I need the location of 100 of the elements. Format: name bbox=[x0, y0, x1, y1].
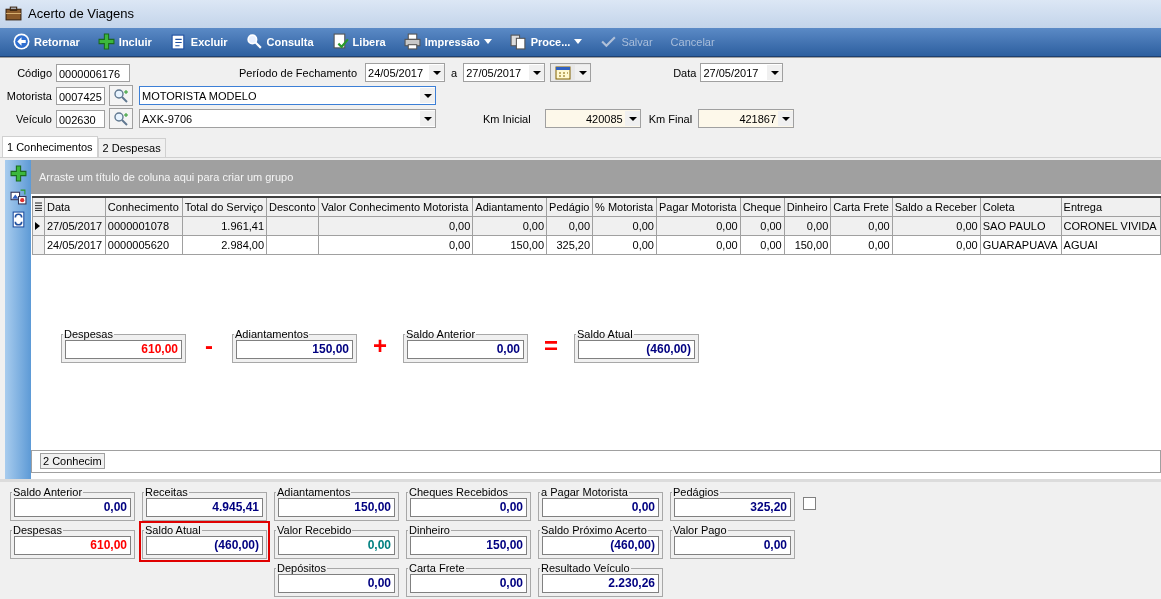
search-icon bbox=[245, 33, 263, 51]
amount-field: 610,00 bbox=[14, 536, 131, 556]
field-label: Período de Fechamento bbox=[239, 66, 358, 79]
field-label: Data bbox=[673, 66, 697, 79]
code-field[interactable]: 002630 bbox=[56, 109, 105, 128]
caret-icon bbox=[483, 39, 492, 45]
toolbar-button[interactable]: Consulta bbox=[236, 29, 323, 54]
field-label: Valor Pago bbox=[672, 524, 728, 537]
km-dropdown[interactable]: 421867 bbox=[698, 109, 795, 129]
table-cell: 0,00 bbox=[868, 239, 890, 252]
column-header[interactable]: Valor Conhecimento Motorista bbox=[318, 197, 473, 217]
toolbar-button[interactable]: Excluir bbox=[160, 29, 237, 54]
amount-field: 0,00 bbox=[278, 536, 395, 556]
code-field[interactable]: 0000006176 bbox=[56, 63, 130, 82]
date-dropdown[interactable]: 24/05/2017 bbox=[365, 63, 446, 83]
table-cell: 0,00 bbox=[632, 239, 654, 252]
table-cell: 0,00 bbox=[568, 220, 591, 233]
field-label: Pedágios bbox=[672, 486, 720, 499]
amount-field: (460,00) bbox=[542, 536, 659, 556]
driver-combo[interactable]: MOTORISTA MODELO bbox=[139, 86, 436, 106]
toolbar-button[interactable]: Impressão bbox=[394, 29, 501, 54]
record-count: 2 Conhecim bbox=[40, 453, 105, 470]
printer-icon bbox=[403, 33, 421, 51]
column-header[interactable]: Adiantamento bbox=[472, 197, 547, 217]
table-cell: 0,00 bbox=[716, 220, 738, 233]
table-cell: AGUAI bbox=[1063, 239, 1098, 252]
toolbar-button[interactable]: Retornar bbox=[4, 29, 89, 54]
table-cell: 0,00 bbox=[956, 239, 978, 252]
field-label: Depósitos bbox=[276, 562, 327, 575]
table-cell: 150,00 bbox=[510, 239, 545, 252]
column-header[interactable]: Conhecimento bbox=[105, 197, 183, 217]
window-title: Acerto de Viagens bbox=[28, 6, 134, 22]
checkbox[interactable] bbox=[803, 497, 816, 511]
field-label: Cheques Recebidos bbox=[408, 486, 510, 499]
column-header[interactable]: Coleta bbox=[980, 197, 1062, 217]
search-button[interactable] bbox=[109, 108, 133, 130]
field-label: Despesas bbox=[63, 328, 114, 341]
column-header[interactable]: Pagar Motorista bbox=[656, 197, 741, 217]
column-header[interactable]: Desconto bbox=[266, 197, 319, 217]
field-label: Saldo Próximo Acerto bbox=[540, 524, 648, 537]
back-arrow-icon bbox=[13, 33, 30, 51]
tab[interactable]: 1 Conhecimentos bbox=[2, 136, 98, 158]
documents-icon bbox=[509, 33, 527, 51]
column-header[interactable]: Total do Serviço bbox=[182, 197, 267, 217]
swap-pictures-icon[interactable] bbox=[9, 188, 27, 206]
column-header[interactable]: Carta Frete bbox=[830, 197, 893, 217]
table-cell: GUARAPUAVA bbox=[982, 239, 1058, 252]
operator-sign: = bbox=[543, 331, 559, 360]
table-cell: 0,00 bbox=[448, 239, 471, 252]
table-cell: 1.961,41 bbox=[221, 220, 265, 233]
tab[interactable]: 2 Despesas bbox=[97, 138, 166, 158]
column-chooser-icon[interactable] bbox=[35, 202, 42, 212]
field-label: Resultado Veículo bbox=[540, 562, 631, 575]
field-label: Valor Recebido bbox=[276, 524, 353, 537]
amount-field: (460,00) bbox=[146, 536, 263, 556]
km-dropdown[interactable]: 420085 bbox=[544, 109, 641, 129]
date-dropdown[interactable]: 27/05/2017 bbox=[700, 63, 784, 83]
table-cell: 24/05/2017 bbox=[47, 239, 103, 252]
plus-icon[interactable] bbox=[9, 165, 27, 183]
column-header[interactable]: % Motorista bbox=[592, 197, 657, 217]
code-field[interactable]: 0007425 bbox=[56, 86, 105, 105]
column-header[interactable]: Saldo a Receber bbox=[892, 197, 981, 217]
column-header[interactable]: Cheque bbox=[740, 197, 785, 217]
field-label: Adiantamentos bbox=[276, 486, 352, 499]
field-label: Carta Frete bbox=[408, 562, 466, 575]
field-label: Dinheiro bbox=[408, 524, 451, 537]
operator-sign: + bbox=[372, 331, 388, 360]
field-label: Saldo Anterior bbox=[405, 328, 477, 341]
toolbar-button[interactable]: Libera bbox=[322, 29, 395, 54]
column-header[interactable]: Entrega bbox=[1061, 197, 1161, 217]
field-label: Despesas bbox=[12, 524, 63, 537]
amount-field: 0,00 bbox=[407, 340, 524, 360]
date-dropdown[interactable]: 27/05/2017 bbox=[463, 63, 546, 83]
search-button[interactable] bbox=[109, 85, 133, 107]
toolbar-button[interactable]: Incluir bbox=[88, 29, 161, 54]
column-header[interactable]: Data bbox=[44, 197, 106, 217]
suitcase-icon bbox=[5, 5, 22, 23]
vehicle-combo[interactable]: AXK-9706 bbox=[139, 109, 436, 129]
toolbar-button[interactable]: Proce... bbox=[500, 29, 592, 54]
field-label: Km Final bbox=[648, 112, 693, 125]
calendar-button[interactable] bbox=[550, 63, 592, 83]
amount-field: 0,00 bbox=[14, 498, 131, 518]
table-cell: 2.984,00 bbox=[221, 239, 265, 252]
table-cell: 325,20 bbox=[556, 239, 591, 252]
field-label: Km Inicial bbox=[483, 112, 531, 125]
amount-field: 325,20 bbox=[674, 498, 791, 518]
table-cell: 0,00 bbox=[806, 220, 829, 233]
column-header[interactable]: Dinheiro bbox=[784, 197, 831, 217]
field-label: Receitas bbox=[144, 486, 189, 499]
field-label: Saldo Anterior bbox=[12, 486, 84, 499]
calendar-icon bbox=[554, 65, 573, 80]
amount-field: 0,00 bbox=[410, 498, 527, 518]
plus-icon bbox=[97, 33, 115, 51]
amount-field: 610,00 bbox=[65, 340, 182, 360]
amount-field: 150,00 bbox=[278, 498, 395, 518]
table-cell: CORONEL VIVIDA bbox=[1063, 220, 1157, 233]
amount-field: 150,00 bbox=[410, 536, 527, 556]
amount-field: 0,00 bbox=[674, 536, 791, 556]
field-label: a Pagar Motorista bbox=[540, 486, 629, 499]
column-header[interactable]: Pedágio bbox=[546, 197, 593, 217]
